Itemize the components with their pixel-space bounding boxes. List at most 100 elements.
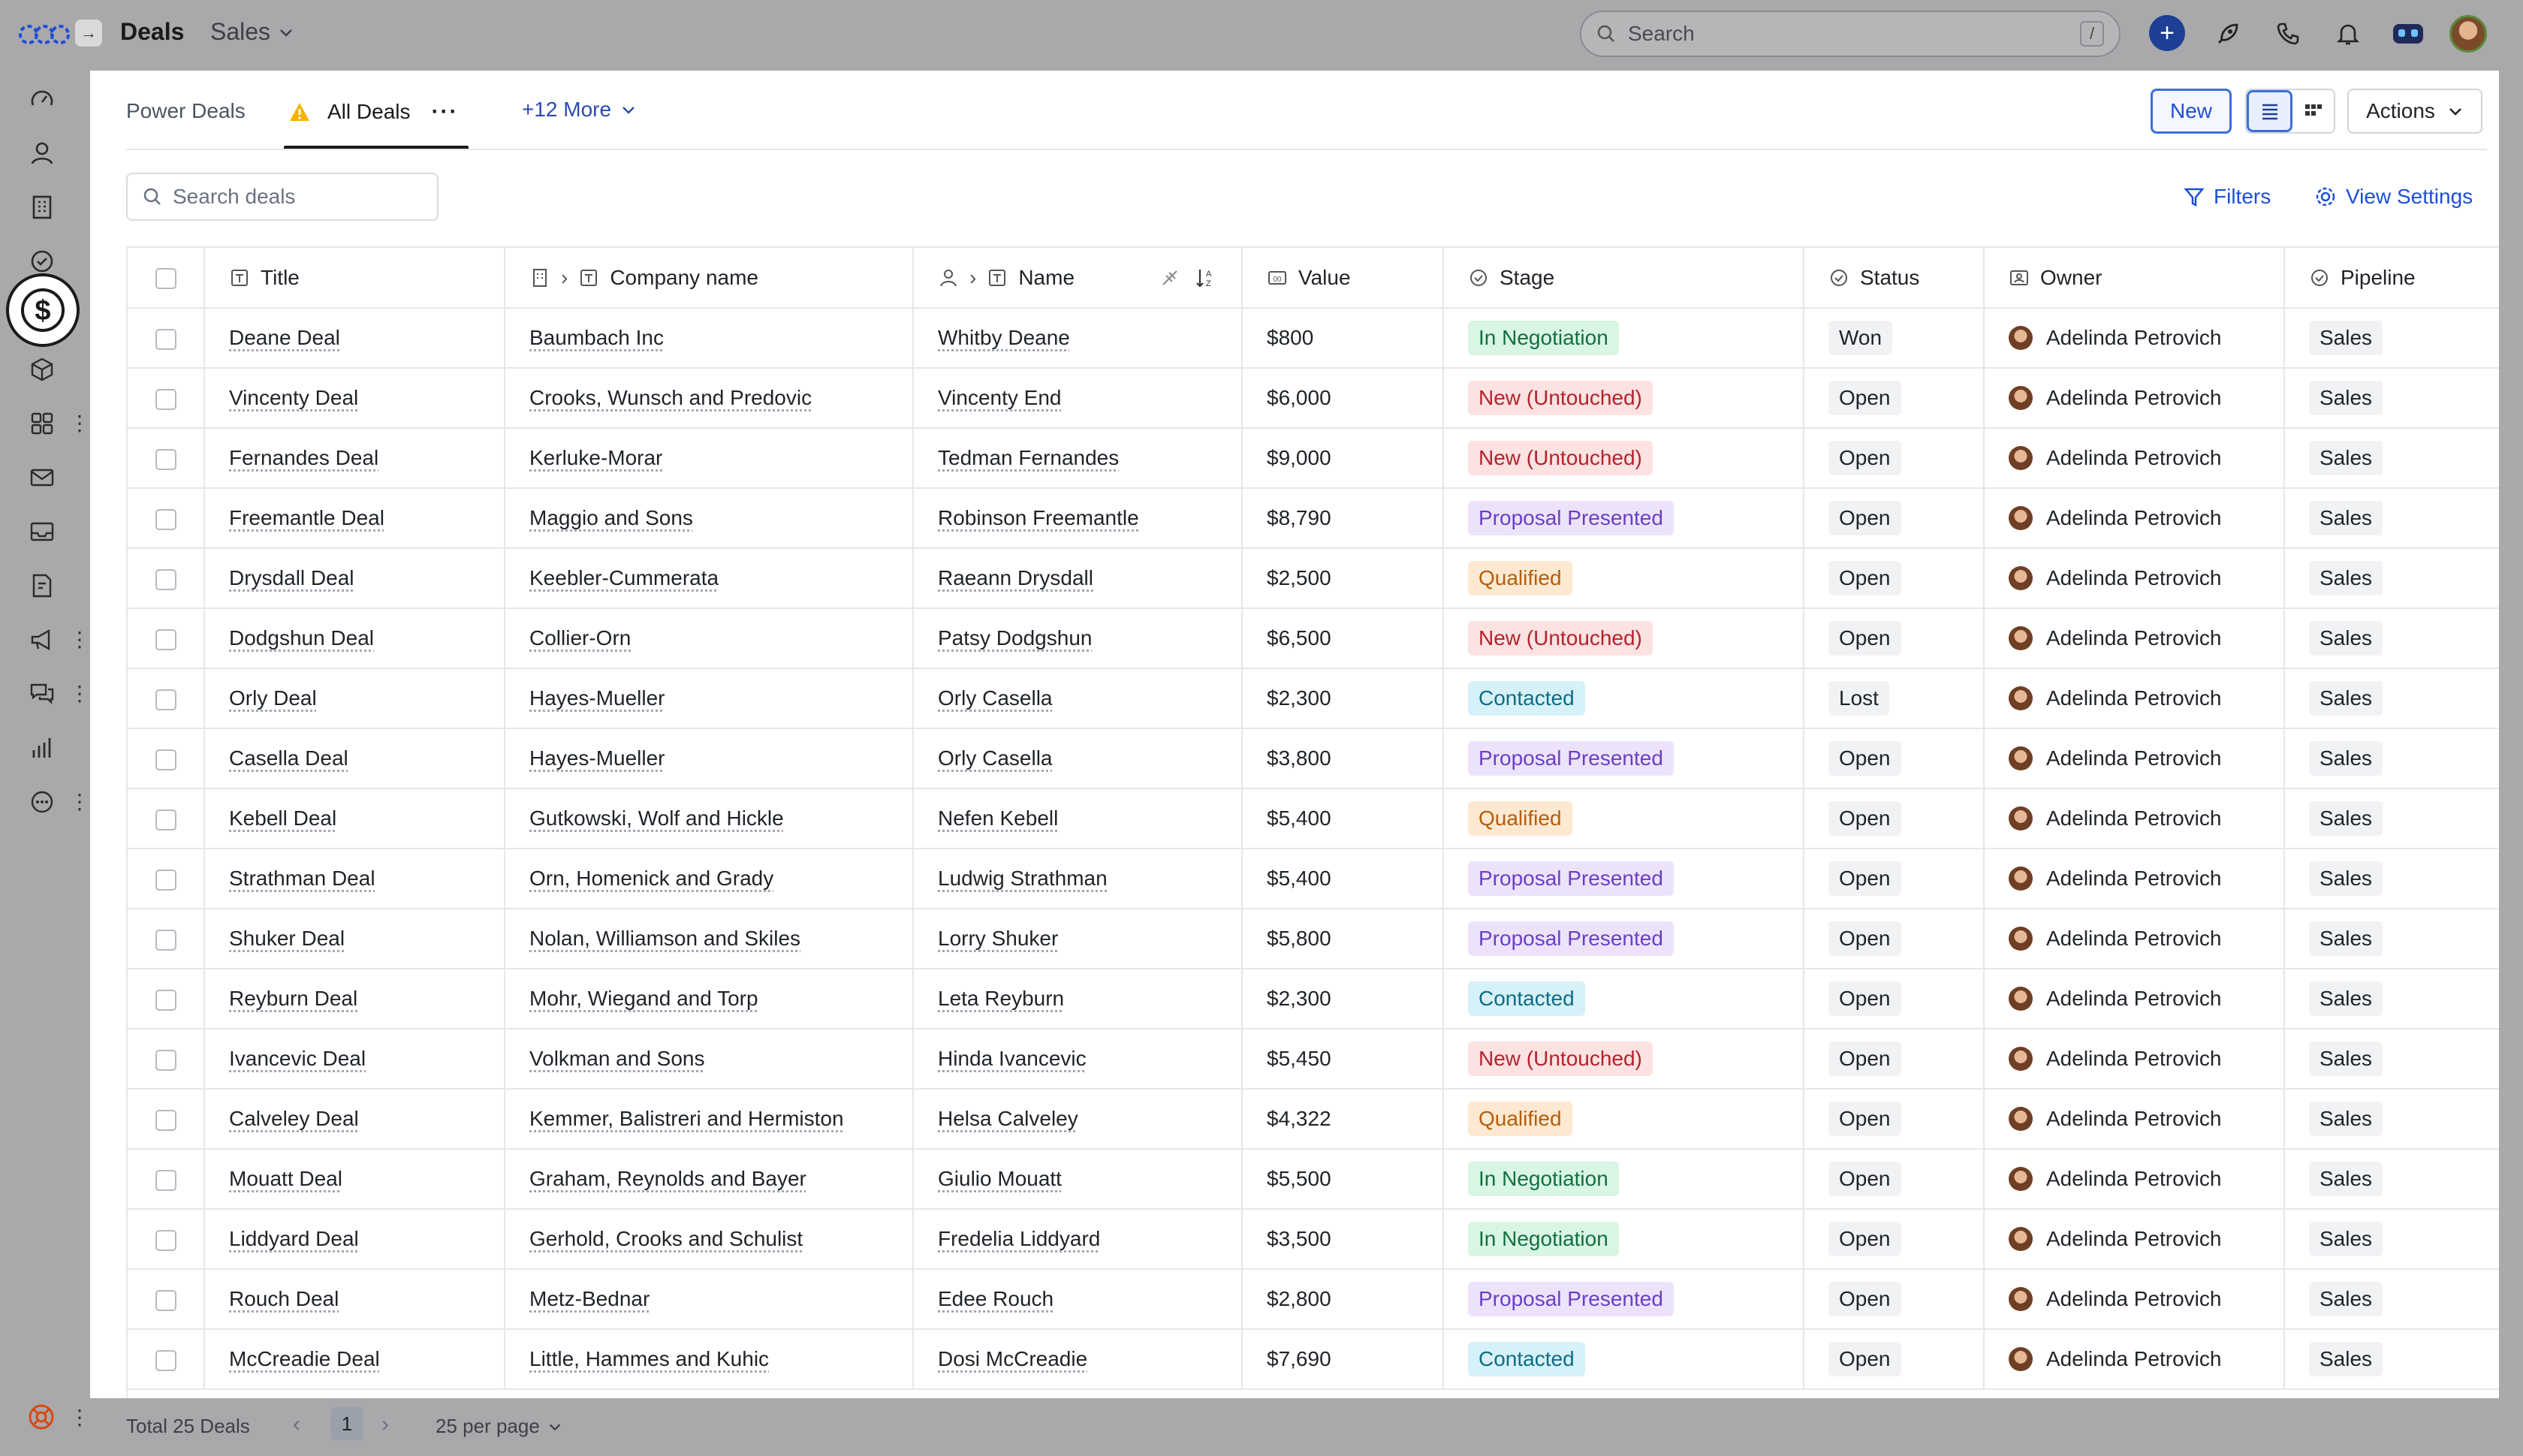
company-link[interactable]: Mohr, Wiegand and Torp (529, 987, 758, 1010)
expand-sidebar-button[interactable]: → (75, 20, 102, 47)
cell-stage[interactable]: Proposal Presented (1443, 1269, 1804, 1330)
deal-title-link[interactable]: Strathman Deal (229, 867, 375, 890)
contact-link[interactable]: Vincenty End (938, 386, 1062, 409)
column-header-status[interactable]: Status (1804, 248, 1985, 309)
cell-company[interactable]: Hayes-Mueller (505, 668, 914, 729)
phone-button[interactable] (2269, 15, 2307, 53)
cell-value[interactable]: $6,000 (1242, 368, 1444, 429)
row-checkbox[interactable] (155, 1349, 176, 1371)
cell-stage[interactable]: Qualified (1443, 548, 1804, 609)
row-checkbox[interactable] (155, 508, 176, 530)
table-row[interactable]: Ivancevic Deal Volkman and Sons Hinda Ivan… (128, 1029, 2499, 1090)
app-logo-icon[interactable] (18, 20, 71, 50)
filters-button[interactable]: Filters (2184, 185, 2271, 209)
cell-title[interactable]: Casella Deal (204, 728, 505, 789)
cell-stage[interactable]: In Negotiation (1443, 1149, 1804, 1210)
table-row[interactable]: Orly Deal Hayes-Mueller Orly Casella $2,300… (128, 668, 2499, 729)
cell-title[interactable]: Vincenty Deal (204, 368, 505, 429)
company-link[interactable]: Nolan, Williamson and Skiles (529, 927, 800, 950)
table-row[interactable]: Casella Deal Hayes-Mueller Orly Casella $3,… (128, 728, 2499, 789)
contact-link[interactable]: Dosi McCreadie (938, 1347, 1087, 1370)
cell-stage[interactable]: Qualified (1443, 788, 1804, 849)
rail-campaigns-more-icon[interactable]: ⋮ (69, 625, 90, 655)
cell-value[interactable]: $2,300 (1242, 668, 1444, 729)
deal-title-link[interactable]: Vincenty Deal (229, 386, 358, 409)
assistant-button[interactable] (2389, 15, 2427, 53)
cell-pipeline[interactable]: Sales (2284, 1029, 2499, 1090)
list-view-button[interactable] (2247, 90, 2292, 132)
help-lifebuoy-icon[interactable] (27, 1403, 56, 1431)
company-link[interactable]: Crooks, Wunsch and Predovic (529, 386, 812, 409)
cell-value[interactable]: $5,800 (1242, 909, 1444, 969)
deal-title-link[interactable]: McCreadie Deal (229, 1347, 380, 1370)
workspace-selector[interactable]: Sales (210, 18, 294, 46)
cell-stage[interactable]: New (Untouched) (1443, 1029, 1804, 1090)
rail-companies[interactable] (23, 188, 62, 227)
table-row[interactable]: Liddyard Deal Gerhold, Crooks and Schulis… (128, 1209, 2499, 1270)
create-button[interactable]: + (2149, 15, 2185, 51)
company-link[interactable]: Keebler-Cummerata (529, 566, 719, 589)
per-page-dropdown[interactable]: 25 per page (436, 1415, 562, 1438)
cell-stage[interactable]: New (Untouched) (1443, 428, 1804, 489)
rail-inbox[interactable] (23, 512, 62, 551)
cell-owner[interactable]: Adelinda Petrovich (1984, 788, 2285, 849)
deal-title-link[interactable]: Reyburn Deal (229, 987, 357, 1010)
cell-value[interactable]: $8,790 (1242, 488, 1444, 549)
contact-link[interactable]: Lorry Shuker (938, 927, 1058, 950)
cell-title[interactable]: Dodgshun Deal (204, 608, 505, 669)
table-row[interactable]: Reyburn Deal Mohr, Wiegand and Torp Leta R… (128, 969, 2499, 1029)
next-page-icon[interactable]: › (381, 1412, 389, 1437)
deal-title-link[interactable]: Drysdall Deal (229, 566, 354, 589)
column-header-value[interactable]: 00 Value (1242, 248, 1444, 309)
new-deal-button[interactable]: New (2151, 89, 2232, 134)
cell-stage[interactable]: Proposal Presented (1443, 849, 1804, 909)
rail-deals[interactable]: $ (6, 273, 80, 347)
table-row[interactable]: Dodgshun Deal Collier-Orn Patsy Dodgshun $6… (128, 608, 2499, 669)
cell-name[interactable]: Fredelia Liddyard (913, 1209, 1243, 1270)
cell-company[interactable]: Kemmer, Balistreri and Hermiston (505, 1089, 914, 1150)
tab-all-deals[interactable]: All Deals ··· (288, 99, 458, 125)
cell-status[interactable]: Open (1804, 1209, 1985, 1270)
cell-owner[interactable]: Adelinda Petrovich (1984, 668, 2285, 729)
more-views-dropdown[interactable]: +12 More (522, 98, 637, 122)
company-link[interactable]: Hayes-Mueller (529, 746, 665, 770)
cell-pipeline[interactable]: Sales (2284, 488, 2499, 549)
row-checkbox[interactable] (155, 328, 176, 350)
contact-link[interactable]: Hinda Ivancevic (938, 1047, 1087, 1070)
cell-value[interactable]: $4,322 (1242, 1089, 1444, 1150)
deal-title-link[interactable]: Rouch Deal (229, 1287, 339, 1310)
deal-title-link[interactable]: Orly Deal (229, 686, 317, 710)
cell-status[interactable]: Open (1804, 608, 1985, 669)
row-checkbox[interactable] (155, 1229, 176, 1251)
cell-pipeline[interactable]: Sales (2284, 788, 2499, 849)
cell-pipeline[interactable]: Sales (2284, 909, 2499, 969)
tab-options-icon[interactable]: ··· (431, 99, 458, 125)
company-link[interactable]: Gutkowski, Wolf and Hickle (529, 806, 784, 830)
cell-company[interactable]: Mohr, Wiegand and Torp (505, 969, 914, 1029)
cell-company[interactable]: Crooks, Wunsch and Predovic (505, 368, 914, 429)
cell-status[interactable]: Open (1804, 488, 1985, 549)
rail-conversations-more-icon[interactable]: ⋮ (69, 679, 90, 709)
deal-title-link[interactable]: Deane Deal (229, 326, 340, 349)
contact-link[interactable]: Raeann Drysdall (938, 566, 1093, 589)
deal-title-link[interactable]: Calveley Deal (229, 1107, 359, 1130)
column-header-owner[interactable]: Owner (1984, 248, 2285, 309)
cell-company[interactable]: Baumbach Inc (505, 308, 914, 369)
cell-stage[interactable]: Qualified (1443, 1089, 1804, 1150)
cell-status[interactable]: Open (1804, 1149, 1985, 1210)
cell-name[interactable]: Edee Rouch (913, 1269, 1243, 1330)
cell-owner[interactable]: Adelinda Petrovich (1984, 488, 2285, 549)
cell-status[interactable]: Open (1804, 1329, 1985, 1390)
table-row[interactable]: Calveley Deal Kemmer, Balistreri and Herm… (128, 1089, 2499, 1150)
cell-owner[interactable]: Adelinda Petrovich (1984, 1269, 2285, 1330)
cell-title[interactable]: Fernandes Deal (204, 428, 505, 489)
cell-name[interactable]: Raeann Drysdall (913, 548, 1243, 609)
cell-company[interactable]: Volkman and Sons (505, 1029, 914, 1090)
cell-company[interactable]: Collier-Orn (505, 608, 914, 669)
cell-value[interactable]: $6,500 (1242, 608, 1444, 669)
cell-name[interactable]: Orly Casella (913, 728, 1243, 789)
actions-dropdown[interactable]: Actions (2347, 89, 2482, 134)
cell-name[interactable]: Whitby Deane (913, 308, 1243, 369)
cell-value[interactable]: $5,400 (1242, 849, 1444, 909)
cell-value[interactable]: $5,500 (1242, 1149, 1444, 1210)
